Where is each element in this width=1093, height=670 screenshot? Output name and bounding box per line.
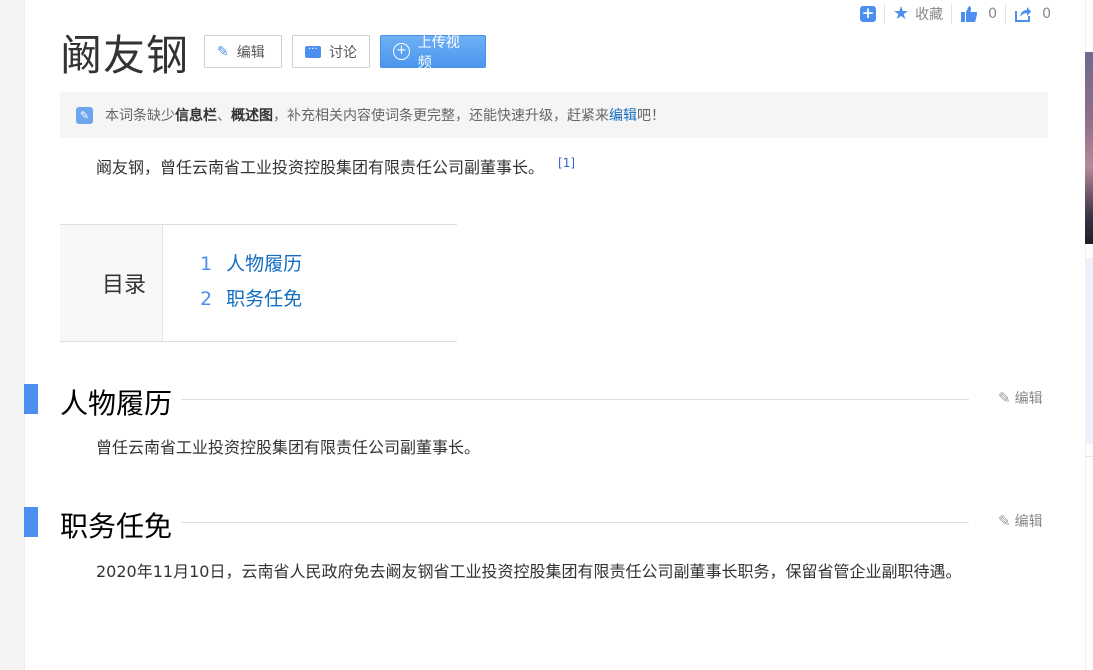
summary-text: 阚友钢，曾任云南省工业投资控股集团有限责任公司副董事长。 [96,158,545,177]
section-edit-label: 编辑 [1014,391,1043,407]
toc-item-2[interactable]: 2 职务任免 [200,284,302,311]
toc-item-number: 2 [200,288,213,310]
discuss-button-label: 讨论 [329,44,357,61]
section-rule [181,522,969,523]
toc-item-label: 职务任免 [226,288,303,310]
toc-heading: 目录 [60,225,163,341]
summary-paragraph: 阚友钢，曾任云南省工业投资控股集团有限责任公司副董事长。 [1] [96,154,575,178]
share-icon [1015,7,1032,22]
pencil-icon: ✎ [217,43,229,60]
section-marker [24,384,38,414]
share-button[interactable]: 0 [1006,2,1059,26]
section-edit-button[interactable]: ✎ 编辑 [998,388,1043,408]
top-action-bar: + ★ 收藏 0 0 [852,2,1059,26]
favorite-label: 收藏 [915,7,944,23]
table-of-contents: 目录 1 人物履历 2 职务任免 [60,224,457,342]
section-rule [181,399,969,400]
notice-text: ，补充相关内容使词条更完整，还能快速升级，赶紧来 [273,108,609,124]
favorite-button[interactable]: ★ 收藏 [885,2,951,26]
section-edit-button[interactable]: ✎ 编辑 [998,511,1043,531]
section-edit-label: 编辑 [1014,514,1043,530]
section-title: 职务任免 [60,510,173,543]
incomplete-entry-notice: ✎ 本词条缺少 信息栏、概述图 ，补充相关内容使词条更完整，还能快速升级，赶紧来 编辑… [60,92,1048,138]
toc-item-1[interactable]: 1 人物履历 [200,249,302,276]
upload-video-label: 上传视频 [417,34,460,71]
thumbs-up-icon [961,6,978,22]
edit-button-label: 编辑 [236,44,265,61]
pencil-icon: ✎ [998,512,1011,530]
notice-text: 本词条缺少 [105,108,175,124]
notice-bold: 概述图 [231,108,273,124]
plus-circle-icon: + [393,43,410,60]
share-count: 0 [1042,6,1051,22]
like-count: 0 [988,6,998,22]
notice-text: 、 [217,108,231,124]
section-title: 人物履历 [60,387,173,420]
right-rail-panel [1085,258,1093,444]
left-gutter [0,0,25,670]
chat-icon [305,45,321,58]
section-body: 曾任云南省工业投资控股集团有限责任公司副董事长。 [96,438,481,457]
toc-item-number: 1 [200,253,213,275]
add-entry-button[interactable]: + [852,2,884,26]
page-title: 阚友钢 [60,31,190,80]
notice-bold: 信息栏 [175,108,217,124]
pencil-icon: ✎ [76,106,93,124]
right-rail-divider [1085,456,1093,457]
notice-text: 吧！ [637,108,665,124]
plus-square-icon: + [860,4,876,22]
pencil-icon: ✎ [998,389,1011,407]
toc-item-label: 人物履历 [226,253,303,275]
like-button[interactable]: 0 [952,2,1005,26]
star-icon: ★ [893,3,910,24]
discuss-button[interactable]: 讨论 [292,35,370,68]
upload-video-button[interactable]: + 上传视频 [380,35,486,71]
edit-button[interactable]: ✎ 编辑 [204,35,282,68]
section-body: 2020年11月10日，云南省人民政府免去阚友钢省工业投资控股集团有限责任公司副… [96,562,962,581]
right-rail-image[interactable] [1085,52,1093,244]
reference-link[interactable]: [1] [558,156,575,170]
notice-edit-link[interactable]: 编辑 [609,105,637,125]
section-marker [24,507,38,537]
